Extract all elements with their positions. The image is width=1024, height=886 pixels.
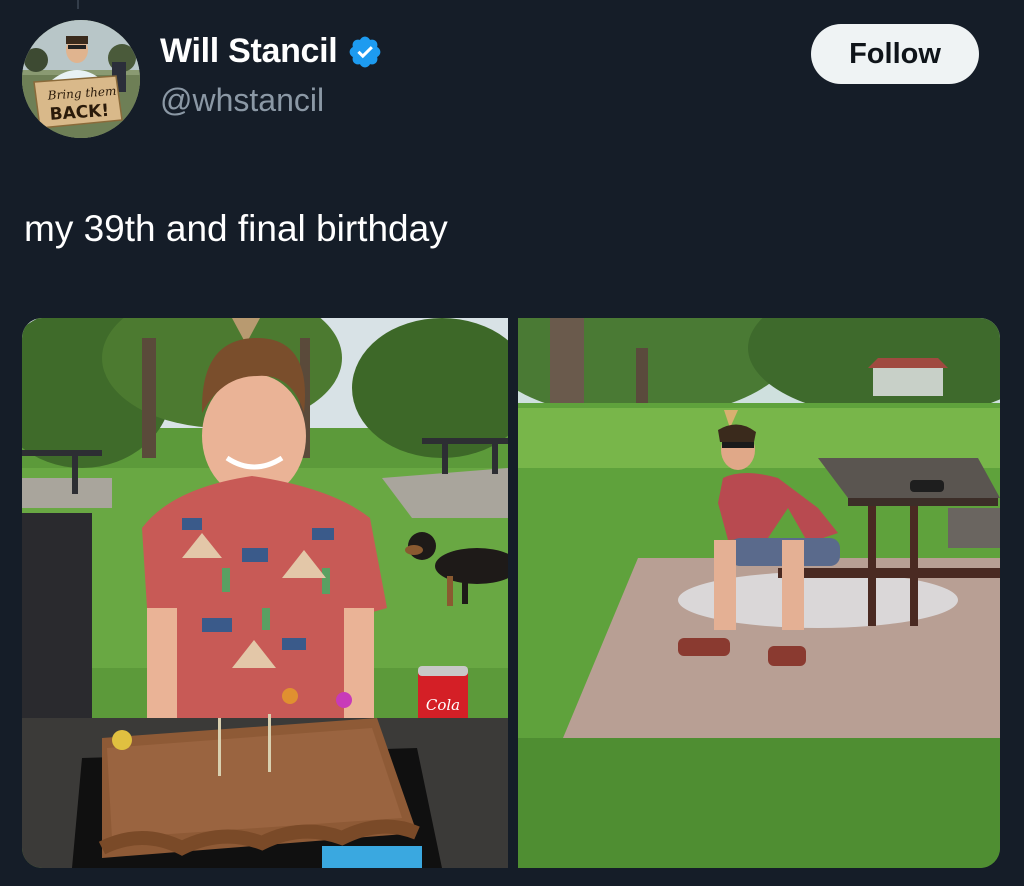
photo-birthday-cake[interactable]: Cola bbox=[22, 318, 508, 868]
verified-badge-icon bbox=[350, 36, 381, 67]
author-name[interactable]: Will Stancil bbox=[160, 32, 338, 71]
svg-text:BACK!: BACK! bbox=[49, 101, 110, 125]
thread-connector-line bbox=[77, 0, 79, 9]
author-name-row[interactable]: Will Stancil bbox=[160, 32, 383, 71]
cola-can-label: Cola bbox=[426, 696, 460, 714]
author-handle[interactable]: @whstancil bbox=[160, 82, 324, 119]
photo-picnic-table[interactable] bbox=[518, 318, 1000, 868]
tweet-text: my 39th and final birthday bbox=[24, 208, 448, 249]
avatar[interactable]: Bring them BACK! bbox=[22, 20, 140, 138]
follow-button[interactable]: Follow bbox=[811, 24, 979, 84]
avatar-sign: Bring them BACK! bbox=[33, 75, 123, 129]
media-grid: Cola bbox=[22, 318, 1000, 868]
